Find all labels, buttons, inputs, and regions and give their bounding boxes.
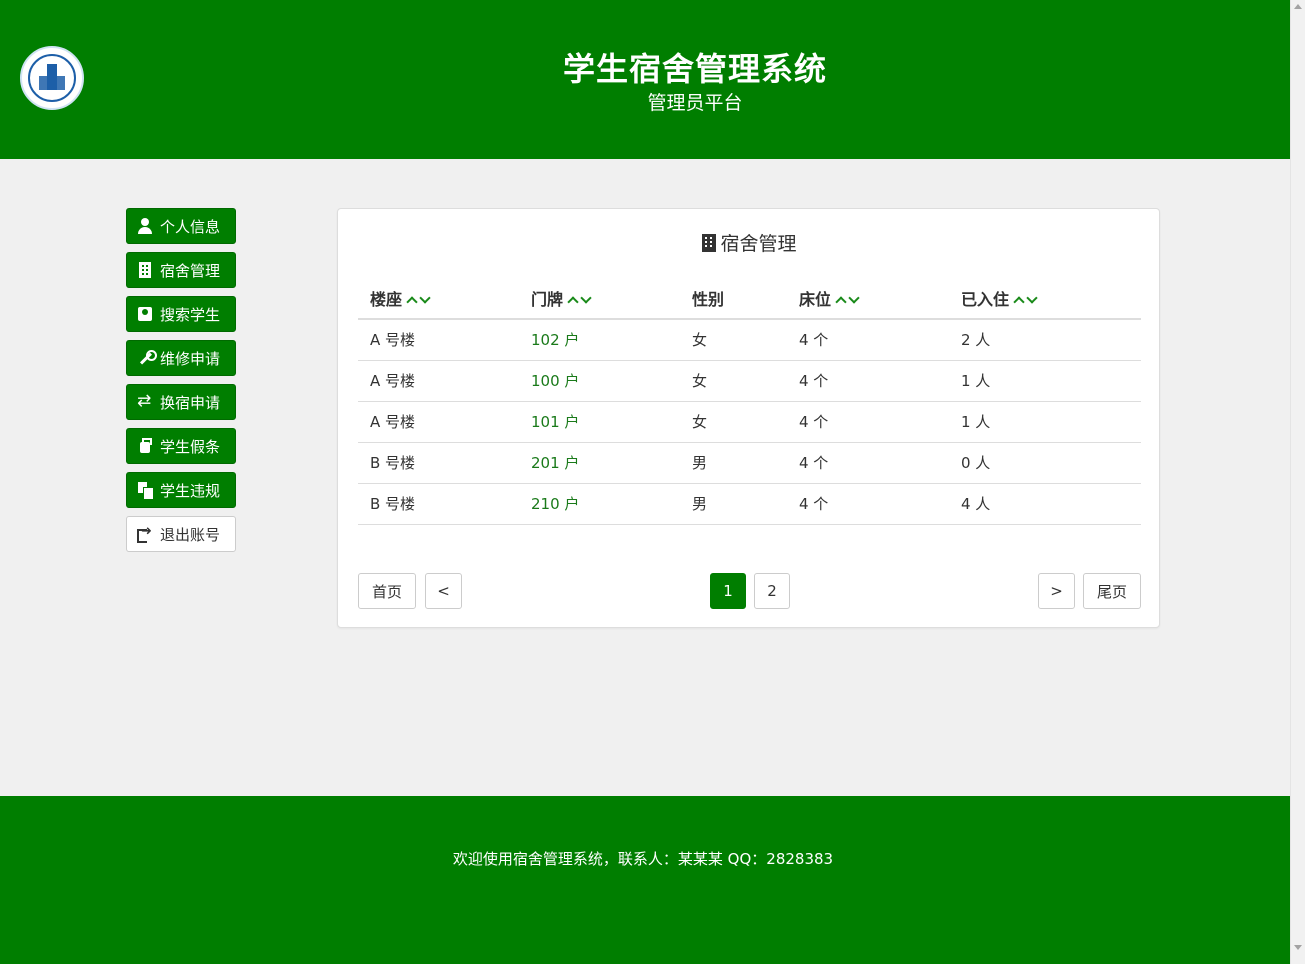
column-header-gender: 性别 [680,277,787,320]
sidebar-item-label: 换宿申请 [160,393,221,412]
sign-out-icon [137,524,153,543]
table-row: A 号楼 101 户 女 4 个 1 人 [358,401,1141,443]
cell-gender: 男 [680,483,787,525]
cell-building: B 号楼 [358,483,519,525]
logout-button[interactable]: 退出账号 [126,516,236,552]
sidebar-item-label: 搜索学生 [160,305,221,324]
cell-beds: 4 个 [787,360,949,402]
cell-room-link[interactable]: 101 户 [519,401,680,443]
cell-gender: 男 [680,442,787,484]
cell-room-link[interactable]: 201 户 [519,442,680,484]
cell-occupied: 4 人 [949,483,1141,525]
sidebar-item-search-student[interactable]: 搜索学生 [126,296,236,332]
sidebar-item-label: 宿舍管理 [160,261,221,280]
column-header-building: 楼座 [358,277,519,320]
page-1-button[interactable]: 1 [710,573,746,609]
sort-toggle-icon[interactable] [567,295,593,305]
column-header-room: 门牌 [519,277,680,320]
app-title: 学生宿舍管理系统 [562,50,827,88]
column-header-beds: 床位 [787,277,949,320]
footer: 欢迎使用宿舍管理系统，联系人：某某某 QQ：2828383 [0,796,1290,964]
cell-occupied: 2 人 [949,319,1141,361]
panel-title: 宿舍管理 [338,229,1161,256]
cell-room-link[interactable]: 102 户 [519,319,680,361]
building-icon [137,262,153,278]
sidebar-item-profile[interactable]: 个人信息 [126,208,236,244]
scroll-up-icon[interactable] [1294,4,1302,9]
last-page-button[interactable]: 尾页 [1083,573,1141,609]
sidebar-item-repair-request[interactable]: 维修申请 [126,340,236,376]
id-card-icon [137,306,153,322]
building-icon [702,234,717,252]
vertical-scrollbar[interactable] [1290,0,1305,964]
dorm-management-panel: 宿舍管理 楼座 门牌 性别 床位 已入住 A 号楼 102 户 女 4 个 2 … [337,208,1160,628]
table-row: A 号楼 102 户 女 4 个 2 人 [358,319,1141,361]
sidebar-item-label: 学生违规 [160,481,221,500]
sort-toggle-icon[interactable] [406,295,432,305]
cell-gender: 女 [680,360,787,402]
cell-gender: 女 [680,401,787,443]
sidebar-item-label: 退出账号 [160,525,221,544]
column-header-occupied: 已入住 [949,277,1141,320]
wrench-icon [137,350,157,366]
sidebar-item-dorm-swap[interactable]: 换宿申请 [126,384,236,420]
sidebar-item-violations[interactable]: 学生违规 [126,472,236,508]
scroll-down-icon[interactable] [1294,945,1302,950]
next-page-button[interactable]: > [1038,573,1075,609]
cell-occupied: 1 人 [949,360,1141,402]
page-2-button[interactable]: 2 [754,573,790,609]
sidebar-item-label: 维修申请 [160,349,221,368]
cell-building: B 号楼 [358,442,519,484]
sidebar: 个人信息 宿舍管理 搜索学生 维修申请 换宿申请 学生假条 学生违规 退出账号 [126,208,236,560]
header: 学生宿舍管理系统 管理员平台 [0,0,1290,159]
table-row: B 号楼 201 户 男 4 个 0 人 [358,442,1141,484]
cell-beds: 4 个 [787,319,949,361]
cell-occupied: 0 人 [949,442,1141,484]
table-header-row: 楼座 门牌 性别 床位 已入住 [358,277,1141,320]
user-icon [137,218,153,234]
cell-room-link[interactable]: 210 户 [519,483,680,525]
table-row: B 号楼 210 户 男 4 个 4 人 [358,483,1141,525]
table-row: A 号楼 100 户 女 4 个 1 人 [358,360,1141,402]
swap-icon [137,391,153,411]
cell-gender: 女 [680,319,787,361]
dorm-table: 楼座 门牌 性别 床位 已入住 A 号楼 102 户 女 4 个 2 人 A 号… [358,277,1141,525]
cell-building: A 号楼 [358,401,519,443]
cell-beds: 4 个 [787,483,949,525]
first-page-button[interactable]: 首页 [358,573,416,609]
cell-beds: 4 个 [787,401,949,443]
footer-contact-text: 欢迎使用宿舍管理系统，联系人：某某某 QQ：2828383 [452,850,834,868]
cell-beds: 4 个 [787,442,949,484]
cell-building: A 号楼 [358,360,519,402]
sort-toggle-icon[interactable] [835,295,861,305]
app-subtitle: 管理员平台 [647,92,743,114]
cell-building: A 号楼 [358,319,519,361]
copy-icon [137,482,154,500]
cell-room-link[interactable]: 100 户 [519,360,680,402]
sort-toggle-icon[interactable] [1013,295,1039,305]
cell-occupied: 1 人 [949,401,1141,443]
page: 学生宿舍管理系统 管理员平台 个人信息 宿舍管理 搜索学生 维修申请 换宿申请 … [0,0,1290,964]
prev-page-button[interactable]: < [425,573,462,609]
sidebar-item-label: 学生假条 [160,437,221,456]
sidebar-item-label: 个人信息 [160,217,221,236]
sidebar-item-dorm-management[interactable]: 宿舍管理 [126,252,236,288]
suitcase-icon [137,438,153,454]
sidebar-item-student-leave[interactable]: 学生假条 [126,428,236,464]
